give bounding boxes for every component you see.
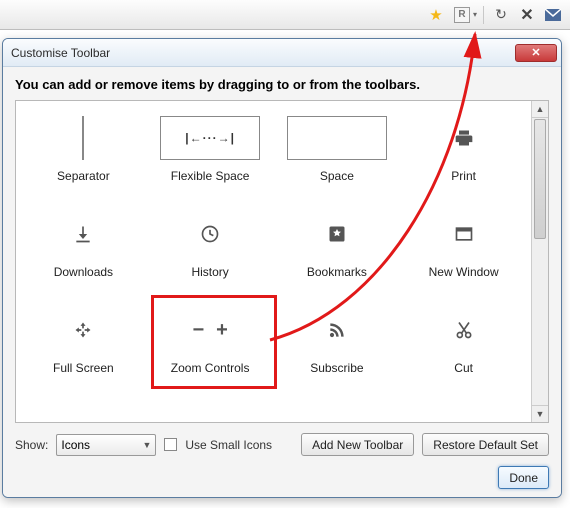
toolbar-separator xyxy=(483,6,484,24)
new-window-icon xyxy=(454,224,474,244)
cut-icon xyxy=(454,320,474,340)
dialog-titlebar[interactable]: Customise Toolbar ✕ xyxy=(3,39,561,67)
item-separator[interactable]: Separator xyxy=(20,107,147,203)
bookmark-icon xyxy=(327,224,347,244)
button-label: Done xyxy=(509,471,538,485)
mail-icon[interactable] xyxy=(542,4,564,26)
item-subscribe[interactable]: Subscribe xyxy=(274,299,401,395)
item-label: Separator xyxy=(57,169,110,183)
item-label: Bookmarks xyxy=(307,265,367,279)
scroll-thumb[interactable] xyxy=(534,119,546,239)
print-icon xyxy=(454,128,474,148)
item-label: Full Screen xyxy=(53,361,114,375)
item-downloads[interactable]: Downloads xyxy=(20,203,147,299)
done-row: Done xyxy=(15,466,549,489)
reload-icon[interactable]: ↻ xyxy=(490,4,512,26)
fullscreen-icon xyxy=(73,320,93,340)
show-select[interactable]: Icons ▼ xyxy=(56,434,156,456)
zoom-icon: − + xyxy=(160,305,260,355)
flexible-space-icon: |←···→| xyxy=(160,116,260,160)
dialog-body: You can add or remove items by dragging … xyxy=(3,67,561,497)
show-value: Icons xyxy=(61,438,90,452)
item-flexible-space[interactable]: |←···→| Flexible Space xyxy=(147,107,274,203)
small-icons-label[interactable]: Use Small Icons xyxy=(185,438,272,452)
separator-icon xyxy=(82,116,84,160)
button-label: Restore Default Set xyxy=(433,438,538,452)
item-full-screen[interactable]: Full Screen xyxy=(20,299,147,395)
done-button[interactable]: Done xyxy=(498,466,549,489)
dialog-close-button[interactable]: ✕ xyxy=(515,44,557,62)
browser-toolbar: ★ R ▾ ↻ ✕ xyxy=(0,0,570,30)
items-scroll-area: Separator |←···→| Flexible Space Space P… xyxy=(16,101,531,422)
item-print[interactable]: Print xyxy=(400,107,527,203)
item-space[interactable]: Space xyxy=(274,107,401,203)
favorite-star-icon[interactable]: ★ xyxy=(425,4,447,26)
item-bookmarks[interactable]: Bookmarks xyxy=(274,203,401,299)
item-zoom-controls[interactable]: − + Zoom Controls xyxy=(147,299,274,395)
item-label: History xyxy=(191,265,228,279)
dialog-title: Customise Toolbar xyxy=(11,46,515,60)
items-panel: Separator |←···→| Flexible Space Space P… xyxy=(15,100,549,423)
item-label: Zoom Controls xyxy=(171,361,250,375)
add-toolbar-button[interactable]: Add New Toolbar xyxy=(301,433,414,456)
items-grid: Separator |←···→| Flexible Space Space P… xyxy=(20,107,527,395)
item-label: Cut xyxy=(454,361,473,375)
scroll-up-button[interactable]: ▲ xyxy=(532,101,548,118)
item-label: New Window xyxy=(429,265,499,279)
r-badge[interactable]: R xyxy=(451,4,473,26)
chevron-down-icon: ▼ xyxy=(142,440,151,450)
item-label: Print xyxy=(451,169,476,183)
customise-toolbar-dialog: Customise Toolbar ✕ You can add or remov… xyxy=(2,38,562,498)
scrollbar[interactable]: ▲ ▼ xyxy=(531,101,548,422)
item-cut[interactable]: Cut xyxy=(400,299,527,395)
options-row: Show: Icons ▼ Use Small Icons Add New To… xyxy=(15,433,549,456)
dropdown-arrow-icon[interactable]: ▾ xyxy=(473,10,477,19)
item-label: Flexible Space xyxy=(171,169,250,183)
space-icon xyxy=(287,116,387,160)
scroll-down-button[interactable]: ▼ xyxy=(532,405,548,422)
button-label: Add New Toolbar xyxy=(312,438,403,452)
show-label: Show: xyxy=(15,438,48,452)
item-label: Subscribe xyxy=(310,361,363,375)
item-label: Downloads xyxy=(54,265,113,279)
stop-icon[interactable]: ✕ xyxy=(516,4,538,26)
item-new-window[interactable]: New Window xyxy=(400,203,527,299)
item-label: Space xyxy=(320,169,354,183)
download-icon xyxy=(73,224,93,244)
small-icons-checkbox[interactable] xyxy=(164,438,177,451)
item-history[interactable]: History xyxy=(147,203,274,299)
restore-defaults-button[interactable]: Restore Default Set xyxy=(422,433,549,456)
history-icon xyxy=(200,224,220,244)
rss-icon xyxy=(327,320,347,340)
instruction-text: You can add or remove items by dragging … xyxy=(15,77,549,92)
